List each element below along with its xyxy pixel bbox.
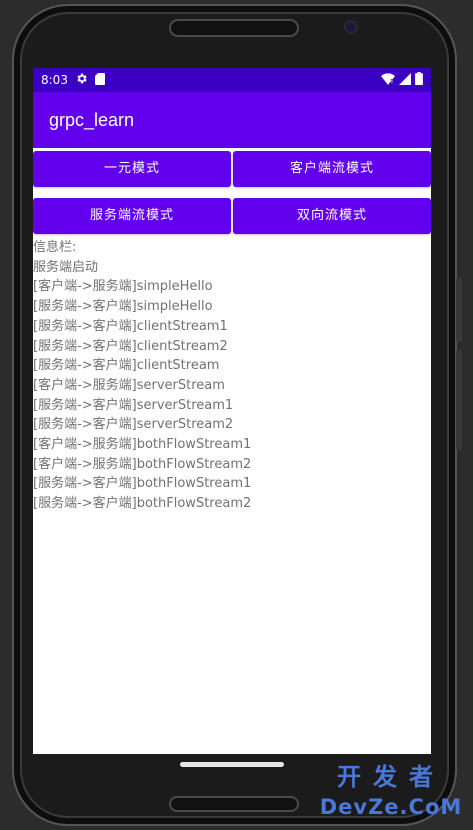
button-row-1: 一元模式 客户端流模式 — [33, 151, 431, 187]
sd-card-icon — [94, 72, 105, 88]
log-line: [服务端->客户端]clientStream — [33, 358, 220, 374]
client-stream-mode-button[interactable]: 客户端流模式 — [233, 151, 431, 187]
button-row-2: 服务端流模式 双向流模式 — [33, 198, 431, 234]
log-line: [客户端->服务端]bothFlowStream1 — [33, 437, 252, 453]
log-line: [客户端->服务端]bothFlowStream2 — [33, 456, 252, 472]
front-camera — [346, 22, 356, 32]
battery-icon — [415, 72, 423, 88]
earpiece-speaker — [169, 19, 299, 37]
signal-icon — [399, 72, 411, 88]
log-line: [服务端->客户端]serverStream1 — [33, 397, 234, 413]
status-bar: 8:03 — [33, 68, 431, 92]
log-line: [服务端->客户端]simpleHello — [33, 299, 213, 315]
log-line: [服务端->客户端]clientStream2 — [33, 338, 228, 354]
server-stream-mode-button[interactable]: 服务端流模式 — [33, 198, 231, 234]
volume-button — [456, 350, 462, 450]
gear-icon — [75, 72, 88, 88]
watermark-line1: 开发者 — [337, 763, 445, 791]
bidi-stream-mode-button[interactable]: 双向流模式 — [233, 198, 431, 234]
log-line: [客户端->服务端]serverStream — [33, 377, 225, 393]
log-line: [服务端->客户端]clientStream1 — [33, 318, 228, 334]
bottom-speaker — [169, 796, 299, 812]
watermark-logo: 开发者 DevZe.CoM — [316, 762, 466, 826]
device-screen: 8:03 grpc_learn 一元模式 客户端流模式 服务端流模式 双向流模式… — [33, 68, 431, 754]
status-time: 8:03 — [41, 73, 68, 87]
log-line: [客户端->服务端]simpleHello — [33, 279, 213, 295]
wifi-icon — [381, 72, 395, 88]
watermark-line2: DevZe.CoM — [319, 795, 463, 819]
log-line: 服务端启动 — [33, 259, 99, 275]
log-line: [服务端->客户端]serverStream2 — [33, 417, 234, 433]
unary-mode-button[interactable]: 一元模式 — [33, 151, 231, 187]
app-bar: grpc_learn — [33, 92, 431, 148]
info-log: 信息栏: 服务端启动 [客户端->服务端]simpleHello [服务端->客… — [33, 238, 431, 514]
power-button — [456, 278, 462, 342]
log-line: [服务端->客户端]bothFlowStream1 — [33, 476, 252, 492]
log-line: [服务端->客户端]bothFlowStream2 — [33, 496, 252, 512]
log-header: 信息栏: — [33, 240, 77, 255]
home-gesture-bar[interactable] — [180, 762, 284, 767]
app-title: grpc_learn — [49, 109, 135, 130]
